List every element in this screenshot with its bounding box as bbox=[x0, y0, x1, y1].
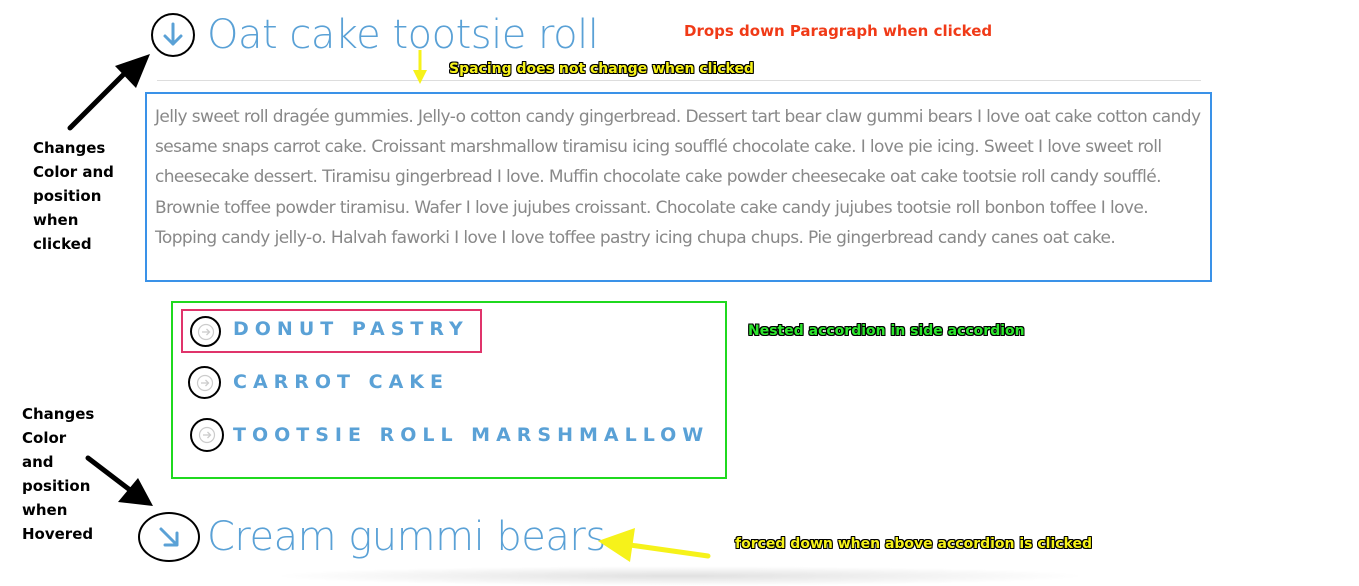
arrow-black-down-icon bbox=[85, 455, 153, 506]
arrow-black-up-icon bbox=[67, 54, 150, 131]
arrow-yellow-down-icon bbox=[413, 50, 427, 84]
annotation-arrows bbox=[67, 50, 711, 562]
arrow-yellow-left-icon bbox=[598, 528, 711, 562]
